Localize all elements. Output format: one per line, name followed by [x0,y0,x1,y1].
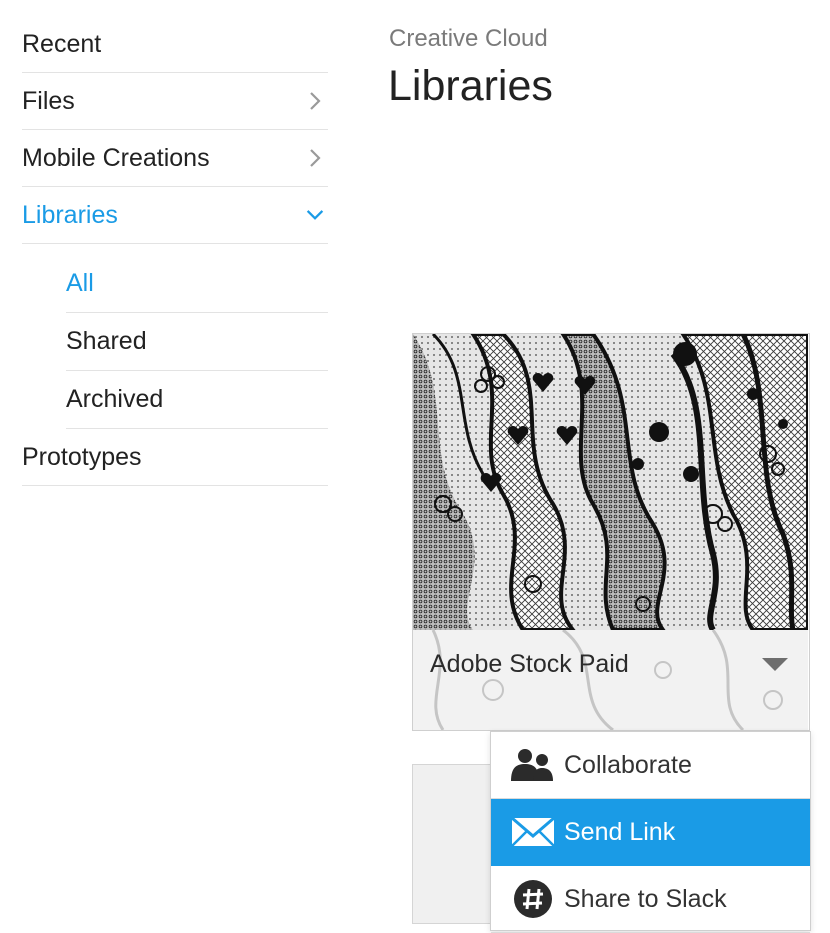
library-name: Adobe Stock Paid [430,650,629,678]
page-title: Libraries [388,62,553,110]
sidebar-item-label: Mobile Creations [22,143,210,172]
collaborate-icon [510,746,556,784]
chevron-right-icon [306,149,324,167]
sidebar-item-libraries[interactable]: Libraries [22,187,328,244]
sidebar-item-label: Archived [66,385,164,413]
chevron-right-icon [306,92,324,110]
sidebar-nav: Recent Files Mobile Creations Libraries … [22,16,328,486]
slack-icon [510,880,556,918]
library-card-footer: Adobe Stock Paid [413,630,808,730]
sidebar-item-label: Shared [66,327,147,355]
lace-pattern-image [413,334,809,632]
menu-item-share-to-slack[interactable]: Share to Slack [491,866,810,933]
menu-item-send-link[interactable]: Send Link [491,799,810,866]
sidebar-item-label: Recent [22,29,102,58]
sidebar-item-files[interactable]: Files [22,73,328,130]
sidebar-item-prototypes[interactable]: Prototypes [22,429,328,486]
breadcrumb: Creative Cloud [389,25,548,52]
lace-pattern-image [431,630,783,730]
library-card[interactable]: Adobe Stock Paid [412,333,810,731]
sidebar-subitem-all[interactable]: All [66,255,328,313]
sidebar-item-mobile-creations[interactable]: Mobile Creations [22,130,328,187]
library-thumbnail[interactable] [413,334,809,632]
sidebar-item-label: Prototypes [22,442,142,471]
menu-item-collaborate[interactable]: Collaborate [491,732,810,799]
sidebar-item-recent[interactable]: Recent [22,16,328,73]
sidebar-item-label: Files [22,86,75,115]
menu-item-label: Send Link [564,817,676,846]
chevron-down-icon [306,206,324,224]
sidebar-subitem-shared[interactable]: Shared [66,313,328,371]
library-options-button[interactable] [762,658,788,672]
caret-down-icon [762,658,788,671]
sidebar-item-label: Libraries [22,200,118,229]
sidebar-subitem-archived[interactable]: Archived [66,371,328,429]
menu-item-label: Share to Slack [564,884,727,913]
sidebar-item-label: All [66,269,94,297]
envelope-icon [510,813,556,851]
menu-item-label: Collaborate [564,750,692,779]
library-options-menu: Collaborate Send Link Share to Slack [490,731,811,933]
